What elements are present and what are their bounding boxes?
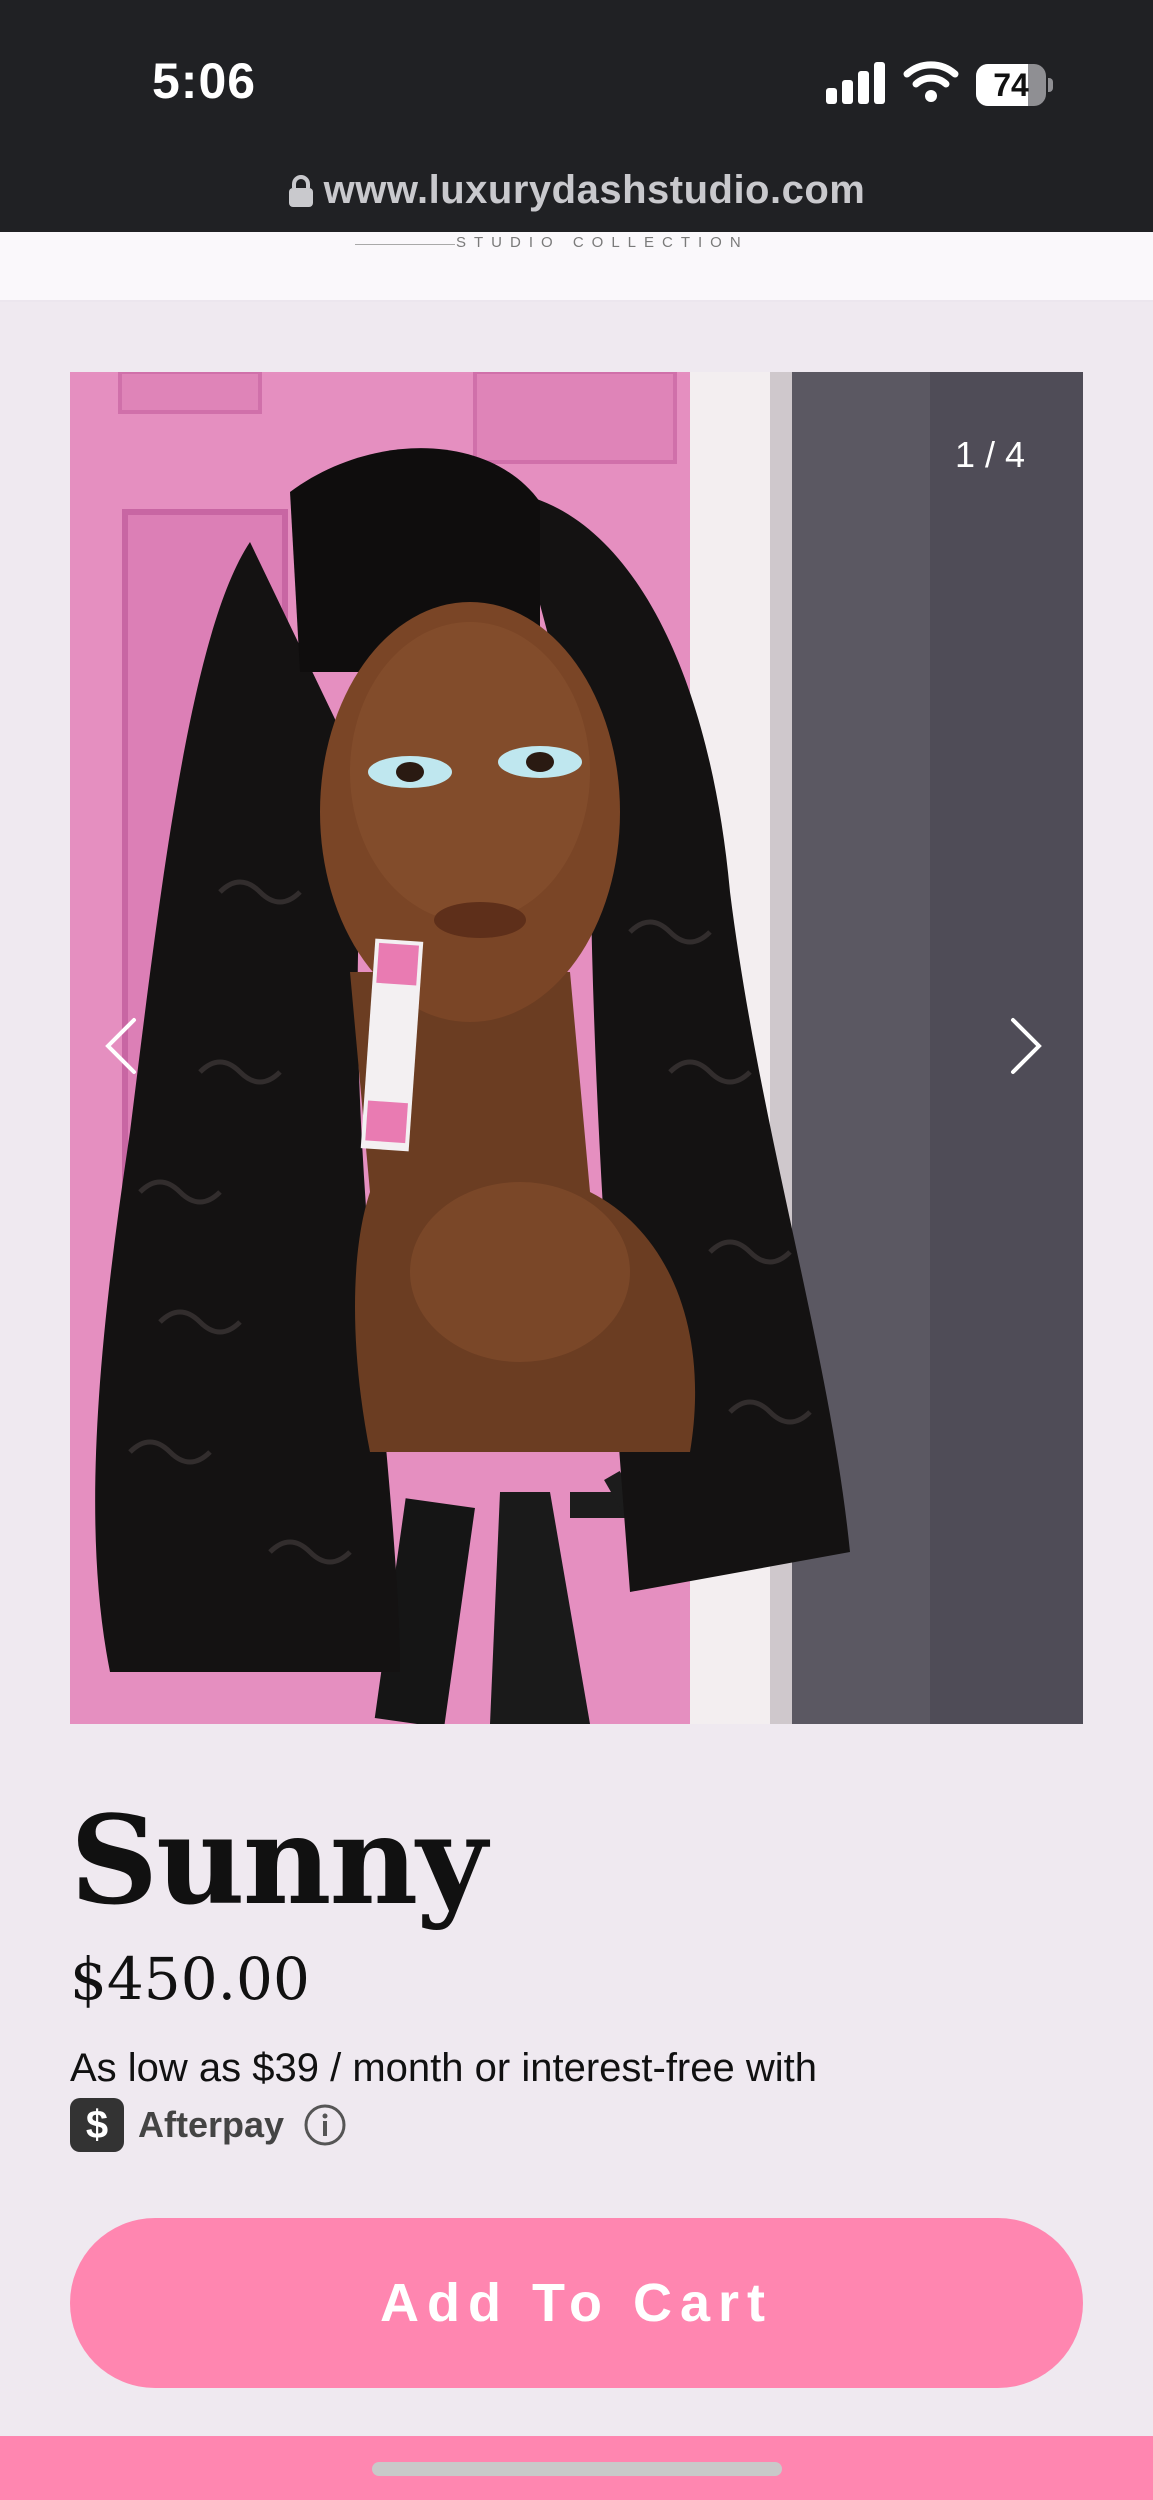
lock-icon [288,174,313,207]
battery-icon: 74 [976,64,1053,106]
previous-image-button[interactable] [100,1014,142,1078]
afterpay-label: Afterpay [138,2104,285,2145]
product-title: Sunny [70,1788,487,1932]
collection-label: STUDIO COLLECTION [456,234,749,251]
header-divider [355,244,455,245]
url-text: www.luxurydashstudio.com [323,168,866,212]
product-image [70,372,1083,1724]
home-indicator[interactable] [372,2462,782,2476]
browser-top-bar: 5:06 74 www.luxurydashstudio.com [0,0,1153,232]
info-icon[interactable] [302,2102,348,2148]
status-time: 5:06 [152,53,257,109]
product-price: $450.00 [70,1945,310,2013]
next-image-button[interactable] [1005,1014,1047,1078]
battery-percent: 74 [993,67,1029,103]
address-bar[interactable]: www.luxurydashstudio.com [0,168,1153,224]
add-to-cart-button[interactable]: Add To Cart [70,2218,1083,2388]
image-counter: 1 / 4 [954,434,1025,475]
dollar-icon: $ [70,2098,124,2152]
afterpay-row: $ Afterpay [70,2098,348,2152]
cellular-signal-icon [826,62,885,104]
site-header: STUDIO COLLECTION [0,232,1153,302]
product-image-gallery[interactable]: 1 / 4 [70,372,1083,1724]
installment-text: As low as $39 / month or interest-free w… [70,2046,817,2090]
wifi-icon [903,61,959,102]
